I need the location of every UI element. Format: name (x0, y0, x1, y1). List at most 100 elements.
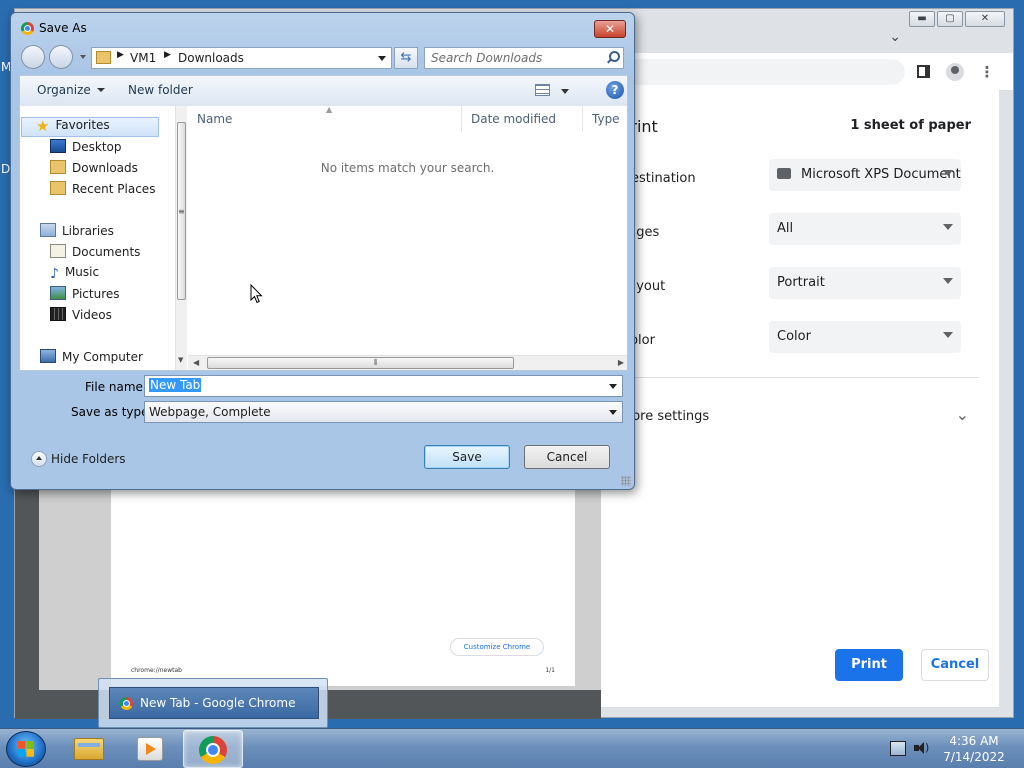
chrome-logo-icon (120, 697, 133, 710)
column-header-date[interactable]: Date modified (462, 106, 583, 132)
recent-locations-dropdown-icon[interactable] (80, 55, 86, 59)
nav-music[interactable]: ♪ Music (50, 265, 99, 285)
scroll-down-arrow-icon[interactable]: ▼ (178, 356, 183, 364)
tab-search-chevron-icon[interactable]: ⌄ (889, 29, 901, 45)
nav-favorites-label: Favorites (55, 118, 110, 132)
search-icon[interactable] (607, 50, 620, 62)
downloads-folder-icon (50, 160, 66, 174)
save-as-type-select[interactable]: Webpage, Complete (144, 401, 623, 423)
file-name-value: New Tab (149, 378, 202, 392)
nav-recent-places-label: Recent Places (72, 182, 156, 196)
print-cancel-button[interactable]: Cancel (921, 649, 989, 681)
horizontal-scrollbar[interactable]: ◀ ⦀ ▶ (188, 355, 627, 370)
back-button[interactable] (21, 45, 45, 69)
window-controls: ▬ ▢ ✕ (909, 11, 1005, 27)
nav-favorites[interactable]: ★ Favorites (21, 117, 159, 137)
horizontal-scroll-thumb[interactable]: ⦀ (207, 357, 514, 369)
forward-button[interactable] (49, 45, 73, 69)
network-icon[interactable] (890, 741, 906, 756)
save-as-type-value: Webpage, Complete (149, 405, 271, 419)
nav-my-computer-label: My Computer (62, 350, 143, 364)
taskbar-thumbnail-preview[interactable]: New Tab - Google Chrome (98, 678, 328, 728)
nav-pictures[interactable]: Pictures (50, 286, 120, 306)
taskbar-chrome[interactable] (183, 730, 243, 768)
chrome-icon (199, 736, 227, 764)
nav-desktop[interactable]: Desktop (50, 139, 122, 159)
breadcrumb-separator-icon[interactable]: ▶ (164, 50, 171, 60)
nav-libraries[interactable]: Libraries (40, 223, 114, 243)
star-icon: ★ (36, 117, 50, 135)
pages-select[interactable]: All (769, 213, 961, 245)
nav-recent-places[interactable]: Recent Places (50, 181, 155, 201)
taskbar-media-player[interactable] (121, 730, 181, 768)
dropdown-caret-icon (943, 224, 953, 230)
views-dropdown-icon[interactable] (561, 89, 569, 94)
clock-time: 4:36 AM (949, 734, 999, 748)
search-placeholder: Search Downloads (431, 51, 543, 65)
nav-pane-scrollbar[interactable]: ≡ ▼ (175, 106, 187, 370)
save-button[interactable]: Save (424, 445, 510, 469)
print-button[interactable]: Print (835, 649, 903, 681)
resize-grip-icon[interactable] (621, 476, 631, 486)
dropdown-caret-icon (943, 278, 953, 284)
maximize-button[interactable]: ▢ (937, 11, 963, 27)
videos-icon (50, 307, 66, 321)
system-clock[interactable]: 4:36 AM 7/14/2022 (934, 733, 1014, 765)
chevron-down-icon[interactable]: ⌄ (956, 405, 969, 424)
customize-chrome-chip: Customize Chrome (450, 638, 544, 656)
desktop-icon (50, 139, 66, 153)
organize-menu[interactable]: Organize (37, 83, 105, 97)
breadcrumb-downloads[interactable]: Downloads (178, 51, 244, 65)
color-select[interactable]: Color (769, 321, 961, 353)
sheet-count: 1 sheet of paper (850, 118, 971, 133)
dialog-close-button[interactable]: ✕ (594, 20, 626, 38)
dropdown-caret-icon (943, 332, 953, 338)
change-view-icon[interactable] (535, 84, 550, 96)
new-folder-button[interactable]: New folder (128, 83, 193, 97)
hide-folders-label: Hide Folders (51, 452, 126, 466)
nav-documents[interactable]: Documents (50, 244, 140, 264)
dialog-cancel-button[interactable]: Cancel (524, 445, 610, 469)
side-panel-icon[interactable] (913, 62, 933, 82)
file-list: Name ▲ Date modified Type No items match… (188, 105, 627, 370)
taskbar-explorer[interactable] (60, 730, 120, 768)
scroll-left-arrow-icon[interactable]: ◀ (193, 358, 199, 367)
layout-select[interactable]: Portrait (769, 267, 961, 299)
nav-pictures-label: Pictures (72, 287, 120, 301)
nav-downloads[interactable]: Downloads (50, 160, 138, 180)
breadcrumb-separator-icon[interactable]: ▶ (117, 50, 124, 60)
start-button[interactable] (6, 731, 46, 767)
minimize-button[interactable]: ▬ (909, 11, 935, 27)
column-header-type[interactable]: Type (583, 106, 627, 132)
music-note-icon: ♪ (50, 266, 59, 282)
help-icon[interactable]: ? (606, 81, 624, 99)
menu-kebab-icon[interactable]: ⋮ (977, 62, 997, 82)
nav-music-label: Music (64, 265, 100, 279)
collapse-up-icon (31, 451, 47, 467)
save-as-type-dropdown-icon[interactable] (609, 410, 617, 415)
breadcrumb-vm1[interactable]: VM1 (130, 51, 156, 65)
scroll-right-arrow-icon[interactable]: ▶ (618, 358, 624, 367)
refresh-button[interactable]: ⇆ (394, 47, 418, 69)
close-window-button[interactable]: ✕ (965, 11, 1005, 27)
folder-icon (96, 51, 111, 64)
destination-select[interactable]: Microsoft XPS Document Writer (769, 159, 961, 191)
nav-videos[interactable]: Videos (50, 307, 112, 327)
address-bar[interactable]: ▶ VM1 ▶ Downloads (91, 47, 392, 69)
nav-my-computer[interactable]: My Computer (40, 349, 143, 369)
nav-documents-label: Documents (72, 245, 141, 259)
file-explorer-icon (74, 738, 104, 760)
thumbnail-window-item[interactable]: New Tab - Google Chrome (109, 687, 319, 719)
empty-message: No items match your search. (320, 161, 495, 175)
search-input[interactable]: Search Downloads (424, 47, 624, 69)
profile-icon[interactable] (945, 62, 965, 82)
page-footer-number: 1/1 (545, 667, 555, 674)
hide-folders-toggle[interactable]: Hide Folders (31, 451, 126, 467)
file-name-input[interactable]: New Tab (144, 375, 623, 397)
browse-area: ★ Favorites Desktop Downloads Recent Plac… (19, 105, 628, 371)
nav-libraries-label: Libraries (62, 224, 114, 238)
file-name-dropdown-icon[interactable] (609, 384, 617, 389)
address-dropdown-icon[interactable] (378, 56, 386, 61)
column-header-name[interactable]: Name ▲ (188, 105, 462, 132)
dialog-title: Save As (39, 21, 87, 35)
